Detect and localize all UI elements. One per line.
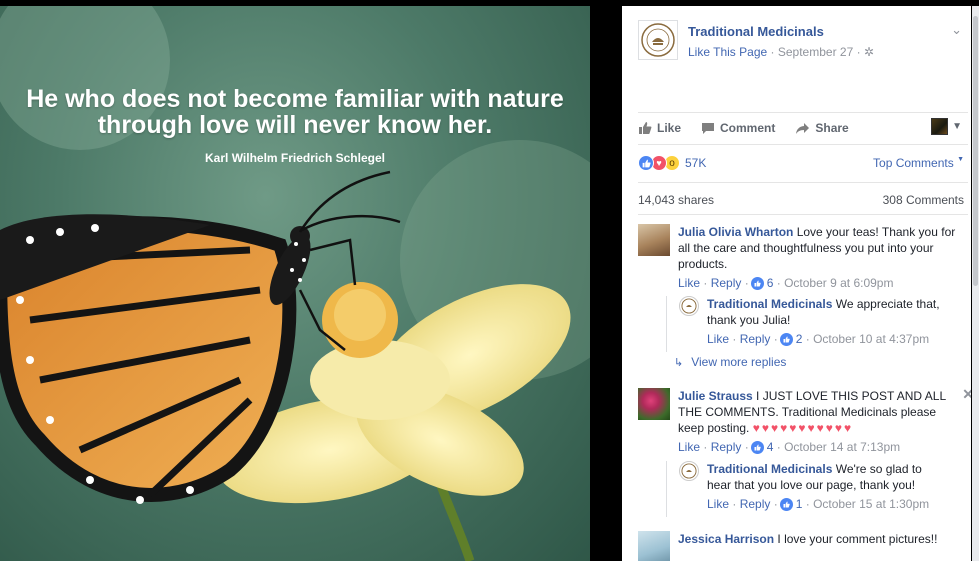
reply-item: Traditional Medicinals We're so glad to … — [666, 461, 956, 517]
scrollbar-thumb[interactable] — [973, 16, 978, 286]
view-more-replies-label: View more replies — [691, 355, 787, 369]
reply-arrow-icon: ↳ — [674, 356, 684, 369]
comment-author[interactable]: Julia Olivia Wharton — [678, 225, 793, 239]
divider — [638, 144, 968, 145]
quote-line-2: through love will never know her. — [97, 111, 493, 139]
reply-author[interactable]: Traditional Medicinals — [707, 462, 832, 476]
post-side-panel: Traditional Medicinals Like This Page · … — [622, 6, 971, 561]
traditional-medicinals-logo-icon — [681, 298, 697, 314]
reply-time[interactable]: October 15 at 1:30pm — [813, 496, 929, 512]
comment-time[interactable]: October 14 at 7:13pm — [784, 439, 900, 455]
caret-down-icon: ▼ — [957, 156, 964, 163]
quote-author: Karl Wilhelm Friedrich Schlegel — [205, 151, 385, 165]
like-count-icon — [750, 440, 764, 454]
comment-meta: Like · Reply · 6 · October 9 at 6:09pm — [678, 275, 894, 291]
post-header: Traditional Medicinals Like This Page · … — [638, 20, 968, 64]
reply-meta: Like · Reply · 2 · October 10 at 4:37pm — [707, 331, 930, 347]
comment-meta: Like · Reply · 4 · October 14 at 7:13pm — [678, 439, 901, 455]
panel-scrollbar[interactable] — [972, 6, 979, 561]
avatar[interactable] — [679, 461, 699, 481]
avatar[interactable] — [638, 531, 670, 561]
reply-like-link[interactable]: Like — [707, 331, 729, 347]
reply-meta: Like · Reply · 1 · October 15 at 1:30pm — [707, 496, 930, 512]
comment-button[interactable]: Comment — [701, 121, 775, 135]
shares-count[interactable]: 14,043 shares — [638, 193, 714, 207]
reply-like-link[interactable]: Like — [707, 496, 729, 512]
caret-down-icon: ▼ — [952, 121, 962, 132]
like-reaction-icon — [638, 155, 654, 171]
avatar[interactable] — [638, 388, 670, 420]
photo-top-bar — [0, 0, 590, 6]
like-button[interactable]: Like — [638, 121, 681, 135]
like-count-icon — [779, 332, 793, 346]
reply-item: Traditional Medicinals We appreciate tha… — [666, 296, 956, 352]
chevron-down-icon[interactable]: ⌄ — [951, 22, 962, 38]
reactions-summary[interactable]: ♥ o 57K Top Comments ▼ — [638, 154, 968, 172]
comments-count[interactable]: 308 Comments — [883, 193, 964, 207]
comment-icon — [702, 122, 715, 134]
traditional-medicinals-logo-icon — [681, 463, 697, 479]
share-label: Share — [815, 121, 849, 135]
post-meta: Like This Page · September 27 · ✲ — [688, 45, 874, 59]
page-name-link[interactable]: Traditional Medicinals — [688, 24, 824, 39]
reply-like-count[interactable]: 1 — [796, 496, 803, 512]
quote-text: He who does not become familiar with nat… — [0, 86, 590, 138]
comment-reply-link[interactable]: Reply — [711, 439, 742, 455]
comment-body: Julia Olivia Wharton Love your teas! Tha… — [678, 224, 960, 291]
like-page-link[interactable]: Like This Page — [688, 45, 767, 59]
divider — [638, 214, 968, 215]
comment-label: Comment — [720, 121, 776, 135]
globe-icon: ✲ — [863, 45, 874, 59]
thumbs-up-icon — [639, 122, 652, 134]
top-comments-label: Top Comments — [873, 156, 954, 170]
comment-reply-link[interactable]: Reply — [711, 275, 742, 291]
reply-reply-link[interactable]: Reply — [740, 496, 771, 512]
comment-time[interactable]: October 9 at 6:09pm — [784, 275, 893, 291]
like-label: Like — [657, 121, 682, 135]
comment-author[interactable]: Julie Strauss — [678, 389, 753, 403]
reply-body: Traditional Medicinals We're so glad to … — [707, 461, 947, 512]
comment-like-count[interactable]: 6 — [767, 275, 774, 291]
post-photo[interactable]: He who does not become familiar with nat… — [0, 0, 590, 561]
like-count-icon — [779, 497, 793, 511]
share-button[interactable]: Share — [795, 121, 849, 135]
post-date[interactable]: September 27 — [778, 45, 853, 59]
reply-body: Traditional Medicinals We appreciate tha… — [707, 296, 947, 347]
reply-reply-link[interactable]: Reply — [740, 331, 771, 347]
shares-comments-row: 14,043 shares 308 Comments — [638, 193, 968, 207]
comment-like-link[interactable]: Like — [678, 439, 700, 455]
post-as-selector[interactable]: ▼ — [931, 118, 962, 135]
reply-like-count[interactable]: 2 — [796, 331, 803, 347]
avatar[interactable] — [638, 224, 670, 256]
quote-line-1: He who does not become familiar with nat… — [26, 85, 564, 113]
reply-author[interactable]: Traditional Medicinals — [707, 297, 832, 311]
comment-author[interactable]: Jessica Harrison — [678, 532, 774, 546]
heart-emoji-row: ♥♥♥♥♥♥♥♥♥♥♥ — [752, 421, 854, 435]
traditional-medicinals-logo-icon — [641, 23, 675, 57]
comment-text: I love your comment pictures!! — [777, 532, 938, 546]
reaction-count[interactable]: 57K — [685, 156, 706, 170]
post-actions: Like Comment Share ▼ — [638, 118, 968, 138]
comment-like-count[interactable]: 4 — [767, 439, 774, 455]
profile-thumbnail — [931, 118, 949, 135]
close-icon[interactable]: ✕ — [962, 386, 971, 403]
page-avatar[interactable] — [638, 20, 678, 60]
share-arrow-icon — [796, 122, 810, 134]
like-count-icon — [750, 276, 764, 290]
top-comments-dropdown[interactable]: Top Comments ▼ — [873, 156, 964, 170]
comment-like-link[interactable]: Like — [678, 275, 700, 291]
divider — [638, 112, 968, 113]
comment-body: Julie Strauss I JUST LOVE THIS POST AND … — [678, 388, 960, 455]
avatar[interactable] — [679, 296, 699, 316]
divider — [638, 182, 968, 183]
view-more-replies-link[interactable]: ↳ View more replies — [674, 355, 786, 369]
reply-time[interactable]: October 10 at 4:37pm — [813, 331, 929, 347]
comment-body: Jessica Harrison I love your comment pic… — [678, 531, 960, 547]
